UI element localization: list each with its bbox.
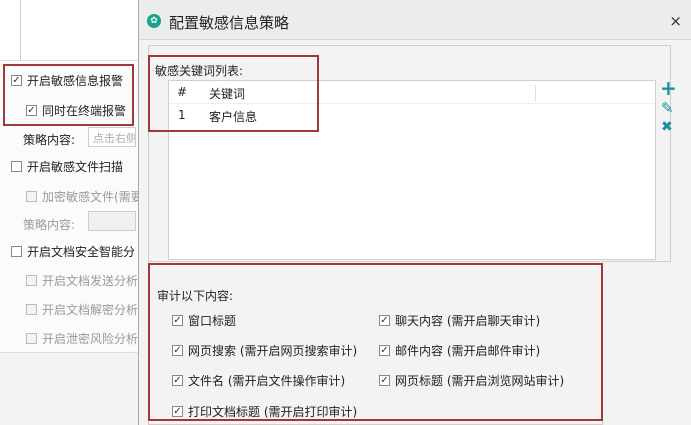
enable-sensitive-alert-checkbox[interactable]: ✓ 开启敏感信息报警: [11, 72, 123, 89]
checkbox-disabled[interactable]: [26, 304, 37, 315]
policy-content-label-2: 策略内容:: [23, 218, 76, 232]
doc-decrypt-checkbox[interactable]: 开启文档解密分析: [26, 301, 138, 318]
enable-file-scan-checkbox[interactable]: 开启敏感文件扫描: [11, 158, 123, 175]
add-icon[interactable]: +: [660, 78, 677, 98]
checkbox-unchecked[interactable]: [11, 246, 22, 257]
terminal-alert-label: 同时在终端报警: [42, 104, 127, 118]
column-divider: [535, 85, 536, 101]
edit-icon[interactable]: ✎: [661, 100, 674, 116]
dialog-app-icon: ✿: [147, 14, 161, 28]
enable-doc-ai-label: 开启文档安全智能分: [27, 245, 136, 259]
doc-decrypt-label: 开启文档解密分析: [42, 303, 139, 317]
dialog-titlebar: ✿ 配置敏感信息策略 ×: [139, 0, 691, 40]
checkbox-checked[interactable]: ✓: [26, 105, 37, 116]
policy-content-input-2[interactable]: [88, 211, 136, 231]
annotation-highlight-audit: [148, 263, 603, 421]
dialog-title: 配置敏感信息策略: [169, 14, 290, 32]
enable-doc-ai-checkbox[interactable]: 开启文档安全智能分: [11, 243, 135, 260]
checkbox-disabled[interactable]: [26, 191, 37, 202]
panel-footer: [0, 353, 138, 425]
enable-sensitive-alert-label: 开启敏感信息报警: [27, 74, 124, 88]
checkbox-unchecked[interactable]: [11, 161, 22, 172]
annotation-highlight-keyword-list: [148, 55, 319, 132]
checkbox-checked[interactable]: ✓: [11, 75, 22, 86]
policy-content-input[interactable]: 点击右侧: [88, 127, 136, 147]
leak-risk-checkbox[interactable]: 开启泄密风险分析: [26, 330, 138, 347]
close-icon[interactable]: ×: [669, 12, 682, 30]
doc-send-checkbox[interactable]: 开启文档发送分析: [26, 272, 138, 289]
enable-file-scan-label: 开启敏感文件扫描: [27, 160, 124, 174]
leak-risk-label: 开启泄密风险分析: [42, 332, 139, 346]
policy-content-label: 策略内容:: [23, 133, 76, 147]
panel-divider: [20, 0, 21, 60]
encrypt-sensitive-checkbox[interactable]: 加密敏感文件(需要: [26, 188, 143, 205]
checkbox-disabled[interactable]: [26, 275, 37, 286]
encrypt-sensitive-label: 加密敏感文件(需要: [42, 190, 143, 204]
terminal-alert-checkbox[interactable]: ✓ 同时在终端报警: [26, 102, 126, 119]
checkbox-disabled[interactable]: [26, 333, 37, 344]
doc-send-label: 开启文档发送分析: [42, 274, 139, 288]
delete-icon[interactable]: ✖: [661, 119, 673, 135]
